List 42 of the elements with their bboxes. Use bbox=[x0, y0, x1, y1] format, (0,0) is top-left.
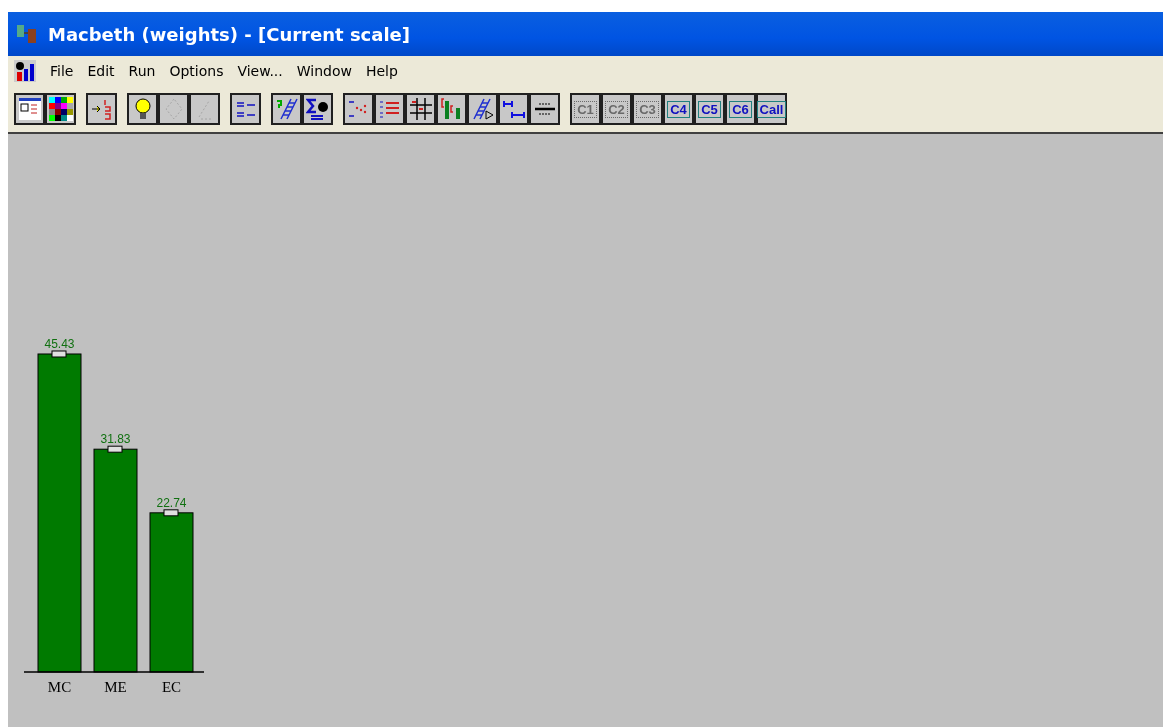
bar-handle[interactable] bbox=[51, 350, 67, 358]
toolbar-button[interactable] bbox=[127, 93, 158, 125]
toolbar-button[interactable] bbox=[436, 93, 467, 125]
toolbar-button[interactable] bbox=[45, 93, 76, 125]
ladder-triangle-icon bbox=[470, 97, 495, 121]
toolbar-button[interactable] bbox=[405, 93, 436, 125]
menu-item[interactable]: Options bbox=[169, 63, 224, 79]
toolbar-button[interactable] bbox=[86, 93, 117, 125]
menu-item[interactable]: View... bbox=[237, 63, 283, 79]
toolbar-button[interactable] bbox=[498, 93, 529, 125]
toolbar-button[interactable] bbox=[302, 93, 333, 125]
sum-weight-icon bbox=[305, 97, 330, 121]
menu-item[interactable]: File bbox=[50, 63, 74, 79]
toolbar-button[interactable] bbox=[343, 93, 374, 125]
toolbar-button[interactable]: C4 bbox=[663, 93, 694, 125]
grid-icon bbox=[408, 97, 433, 121]
menu-item[interactable]: Run bbox=[128, 63, 156, 79]
toolbar-button[interactable] bbox=[467, 93, 498, 125]
bar-handle[interactable] bbox=[107, 445, 123, 453]
menu-item[interactable]: Edit bbox=[87, 63, 115, 79]
value-label: 45.43 bbox=[44, 337, 75, 351]
category-label: EC bbox=[161, 679, 182, 695]
toolbar-button[interactable] bbox=[374, 93, 405, 125]
window-list-icon bbox=[17, 97, 42, 121]
category-label: MC bbox=[47, 679, 72, 695]
toolbar-button[interactable] bbox=[529, 93, 560, 125]
bar-handle[interactable] bbox=[163, 509, 179, 517]
menu-item[interactable]: Window bbox=[296, 63, 352, 79]
category-label: ME bbox=[104, 679, 127, 695]
toolbar-button[interactable]: C5 bbox=[694, 93, 725, 125]
value-label: 31.83 bbox=[100, 432, 131, 447]
color-grid-icon bbox=[48, 97, 73, 121]
value-label: 22.74 bbox=[156, 495, 187, 510]
window-title: Macbeth (weights) - [Current scale] bbox=[48, 23, 411, 45]
menu-item[interactable]: Help bbox=[365, 63, 398, 79]
ladder-icon bbox=[274, 97, 299, 121]
ranking-icon bbox=[89, 97, 114, 121]
toolbar-button[interactable] bbox=[14, 93, 45, 125]
toolbar-button[interactable] bbox=[230, 93, 261, 125]
toolbar-button[interactable]: C6 bbox=[725, 93, 756, 125]
toolbar-button[interactable] bbox=[271, 93, 302, 125]
toolbar-button[interactable]: Call bbox=[756, 93, 787, 125]
